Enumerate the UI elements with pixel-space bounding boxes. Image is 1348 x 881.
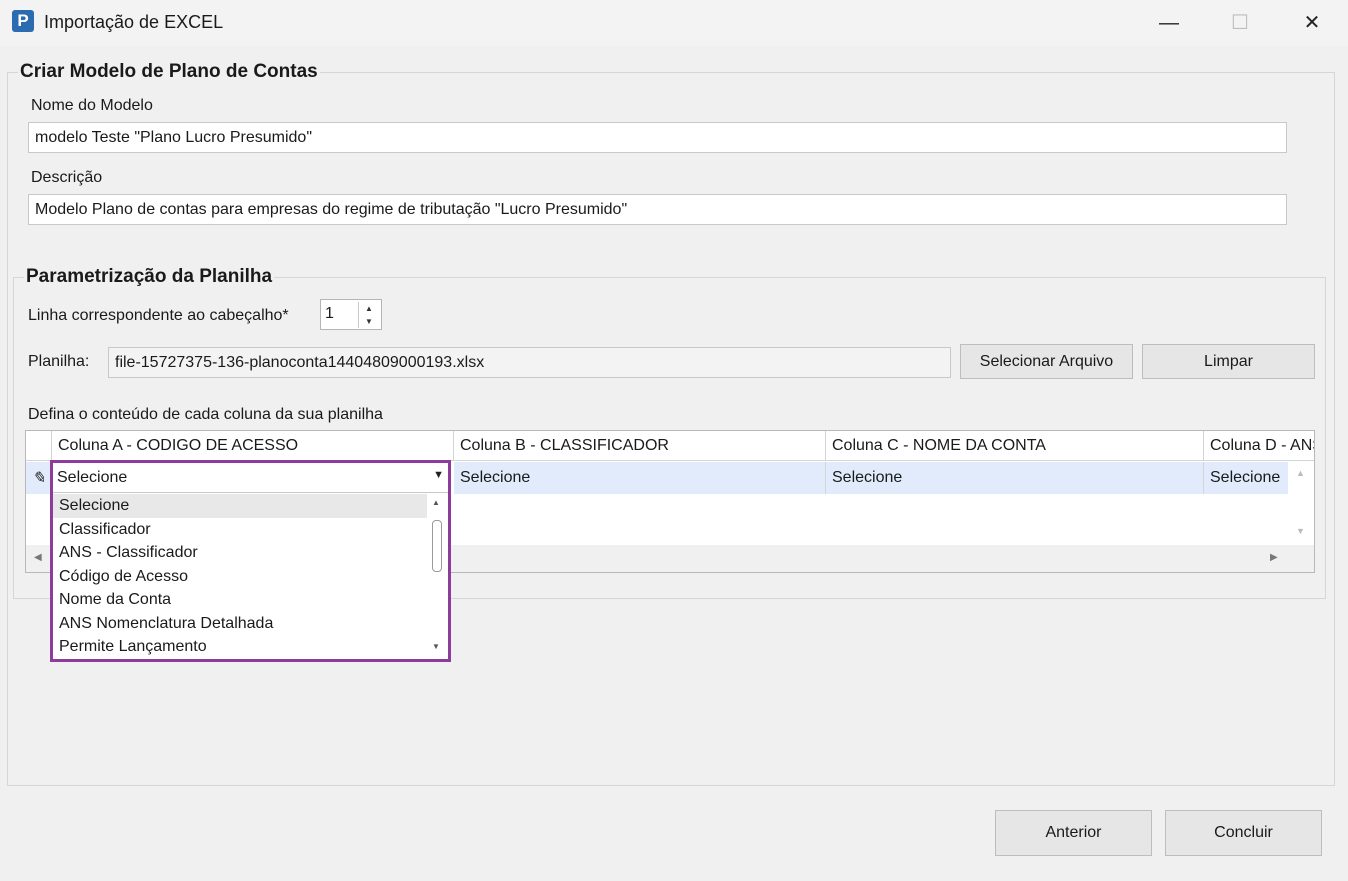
- column-header-d[interactable]: Coluna D - ANS NOMENCLATURA: [1204, 431, 1314, 461]
- dropdown-option-codigo-acesso[interactable]: Código de Acesso: [53, 565, 427, 589]
- dropdown-scrollbar[interactable]: ▲ ▼: [427, 494, 447, 659]
- stepper-up-icon[interactable]: ▲: [359, 302, 379, 315]
- previous-button[interactable]: Anterior: [995, 810, 1152, 856]
- combobox-value: Selecione: [57, 469, 128, 486]
- select-file-button[interactable]: Selecionar Arquivo: [960, 344, 1133, 379]
- dropdown-option-classificador[interactable]: Classificador: [53, 518, 427, 542]
- sheet-path-field: file-15727375-136-planoconta144048090001…: [108, 347, 951, 378]
- window-title: Importação de EXCEL: [44, 12, 224, 32]
- scroll-left-icon[interactable]: ◀: [34, 552, 42, 563]
- stepper-arrows: ▲ ▼: [358, 302, 379, 328]
- model-name-input[interactable]: modelo Teste "Plano Lucro Presumido": [28, 122, 1287, 153]
- chevron-down-icon[interactable]: ▼: [433, 469, 444, 481]
- dropdown-option-selecione[interactable]: Selecione: [53, 494, 427, 518]
- minimize-button[interactable]: —: [1146, 8, 1192, 38]
- scroll-up-icon[interactable]: ▲: [1296, 468, 1305, 478]
- dropdown-option-permite-lancamento[interactable]: Permite Lançamento: [53, 635, 427, 659]
- dropdown-option-ans-classificador[interactable]: ANS - Classificador: [53, 541, 427, 565]
- dropdown-list: Selecione Classificador ANS - Classifica…: [53, 494, 448, 659]
- maximize-button[interactable]: ☐: [1217, 8, 1263, 38]
- column-header-b[interactable]: Coluna B - CLASSIFICADOR: [454, 431, 826, 461]
- header-line-label: Linha correspondente ao cabeçalho*: [28, 307, 289, 324]
- header-line-value[interactable]: 1: [325, 305, 334, 323]
- header-line-stepper[interactable]: 1 ▲ ▼: [320, 299, 382, 330]
- stepper-down-icon[interactable]: ▼: [359, 315, 379, 328]
- description-input[interactable]: Modelo Plano de contas para empresas do …: [28, 194, 1287, 225]
- description-label: Descrição: [31, 169, 103, 186]
- cell-column-b[interactable]: Selecione: [454, 462, 826, 494]
- clear-button[interactable]: Limpar: [1142, 344, 1315, 379]
- model-group-title: Criar Modelo de Plano de Contas: [18, 61, 320, 83]
- params-group-title: Parametrização da Planilha: [24, 266, 275, 288]
- pencil-icon: ✎: [26, 462, 52, 494]
- scroll-down-icon[interactable]: ▼: [1296, 526, 1305, 536]
- model-name-label: Nome do Modelo: [31, 97, 153, 114]
- cell-column-c[interactable]: Selecione: [826, 462, 1204, 494]
- column-header-a[interactable]: Coluna A - CODIGO DE ACESSO: [52, 431, 454, 461]
- finish-button[interactable]: Concluir: [1165, 810, 1322, 856]
- close-button[interactable]: ✕: [1289, 8, 1335, 38]
- dropdown-option-ans-nomenclatura[interactable]: ANS Nomenclatura Detalhada: [53, 612, 427, 636]
- dropdown-scroll-down-icon[interactable]: ▼: [432, 642, 440, 651]
- dropdown-scroll-up-icon[interactable]: ▲: [432, 498, 440, 507]
- column-a-combobox[interactable]: Selecione ▼: [53, 463, 448, 493]
- dropdown-scroll-thumb[interactable]: [432, 520, 442, 572]
- scroll-right-icon[interactable]: ▶: [1270, 552, 1278, 563]
- column-header-c[interactable]: Coluna C - NOME DA CONTA: [826, 431, 1204, 461]
- columns-label: Defina o conteúdo de cada coluna da sua …: [28, 406, 383, 423]
- app-icon: P: [12, 10, 34, 32]
- sheet-label: Planilha:: [28, 353, 90, 370]
- dropdown-option-nome-conta[interactable]: Nome da Conta: [53, 588, 427, 612]
- vertical-scrollbar[interactable]: ▲ ▼: [1288, 462, 1314, 544]
- row-header-corner: [26, 431, 52, 461]
